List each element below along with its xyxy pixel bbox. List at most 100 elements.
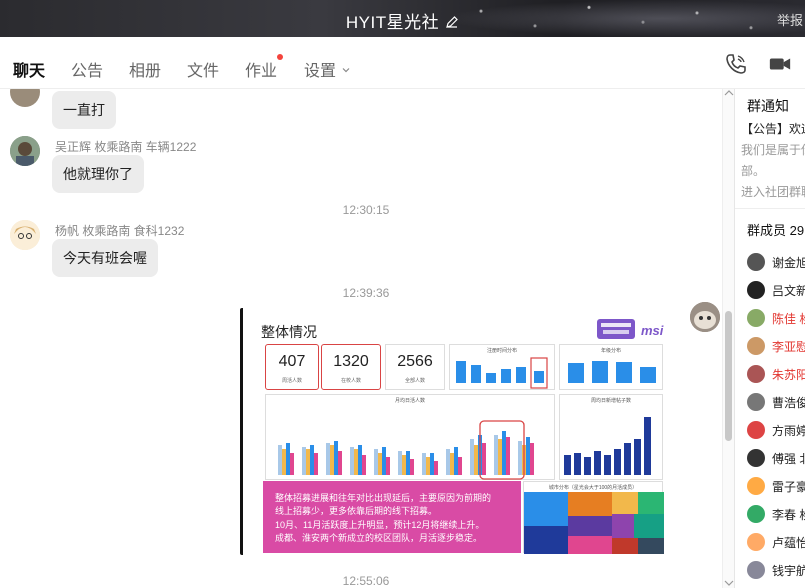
notice-text: 我们是属于你 bbox=[741, 143, 805, 157]
member-name: 方雨婷 bbox=[772, 424, 805, 438]
member-avatar bbox=[747, 477, 765, 495]
phone-icon[interactable] bbox=[724, 52, 748, 76]
summary-notes-box: 整体招募进展和往年对比出现延后，主要原因为前期的 线上招募少，更多依靠后期的线下… bbox=[263, 481, 521, 553]
summary-note: 整体招募进展和往年对比出现延后，主要原因为前期的 bbox=[275, 493, 492, 503]
tab-chat[interactable]: 聊天 bbox=[13, 57, 45, 94]
mini-bar-chart bbox=[564, 417, 651, 475]
panel-title: 月均日活人数 bbox=[394, 398, 425, 404]
avatar[interactable] bbox=[10, 220, 40, 250]
member-name: 李春 枚 bbox=[772, 508, 805, 522]
member-avatar bbox=[747, 421, 765, 439]
message-timestamp: 12:39:36 bbox=[342, 286, 390, 300]
message-bubble[interactable]: 一直打 bbox=[52, 91, 116, 129]
tab-homework-label: 作业 bbox=[245, 63, 278, 80]
msi-logo: msi bbox=[597, 319, 664, 339]
chat-scrollbar[interactable] bbox=[722, 89, 734, 588]
member-avatar bbox=[747, 561, 765, 579]
message-bubble[interactable]: 今天有班会喔 bbox=[52, 239, 158, 277]
member-name: 卢蕴怡 bbox=[772, 536, 805, 550]
member-avatar bbox=[747, 505, 765, 523]
weekly-posts-chart-panel: 周均日新增帖子数 bbox=[559, 394, 663, 480]
scroll-down-icon[interactable] bbox=[724, 577, 734, 587]
member-name: 雷子豪 bbox=[772, 480, 805, 494]
panel-title: 周均日新增帖子数 bbox=[590, 398, 631, 404]
member-avatar bbox=[747, 253, 765, 271]
shared-image-message[interactable]: 整体情况 msi 407 周活人数 1320 在校人数 2566 全部人数 注册… bbox=[240, 308, 678, 555]
chat-message-list[interactable]: 一直打 吴正辉 枚乘路南 车辆1222 他就理你了 12:30:15 杨帆 枚乘… bbox=[0, 89, 722, 588]
monthly-active-chart-panel: 月均日活人数 bbox=[265, 394, 555, 480]
kpi-value: 407 bbox=[278, 353, 306, 370]
member-name: 傅强 北 bbox=[772, 452, 805, 466]
avatar[interactable] bbox=[10, 136, 40, 166]
scrollbar-thumb[interactable] bbox=[725, 311, 732, 441]
tab-album[interactable]: 相册 bbox=[129, 57, 161, 81]
message-timestamp: 12:30:15 bbox=[342, 203, 390, 217]
registration-chart-panel: 注册时间分布 bbox=[449, 344, 555, 390]
summary-note: 成都、淮安两个新成立的校区团队，月活逐步稳定。 bbox=[275, 533, 483, 543]
member-avatar bbox=[747, 449, 765, 467]
unread-dot bbox=[277, 54, 284, 60]
avatar[interactable] bbox=[10, 89, 40, 107]
kpi-label: 全部人数 bbox=[404, 378, 425, 384]
scroll-up-icon[interactable] bbox=[724, 89, 734, 99]
member-name: 钱宇航 bbox=[772, 564, 805, 578]
member-name: 李亚慰 bbox=[772, 340, 805, 354]
group-side-panel: 群通知 【公告】欢迎 我们是属于你 部。 进入社团群聊 群成员 29 谢金旭 吕… bbox=[734, 89, 805, 588]
self-avatar[interactable] bbox=[690, 302, 720, 332]
grouped-bar-chart bbox=[278, 420, 534, 480]
city-treemap-panel: 城市分布（星光会大于100的月活成员） bbox=[523, 481, 664, 554]
report-link[interactable]: 举报 bbox=[777, 10, 803, 29]
tab-bar: 聊天 公告 相册 文件 作业 设置 bbox=[0, 37, 805, 94]
panel-title: 年级分布 bbox=[600, 348, 621, 354]
member-avatar bbox=[747, 281, 765, 299]
divider bbox=[735, 208, 805, 209]
notice-text: 部。 bbox=[741, 164, 766, 178]
kpi-label: 周活人数 bbox=[281, 378, 302, 384]
kpi-label: 在校人数 bbox=[340, 378, 361, 384]
logo-text: msi bbox=[641, 323, 664, 338]
chevron-down-icon bbox=[342, 68, 350, 73]
member-avatar bbox=[747, 365, 765, 383]
kpi-card: 407 周活人数 bbox=[265, 344, 319, 390]
kpi-value: 1320 bbox=[333, 353, 369, 370]
cat-avatar-image bbox=[690, 302, 720, 332]
grade-chart-panel: 年级分布 bbox=[559, 344, 663, 390]
message-bubble[interactable]: 他就理你了 bbox=[52, 155, 144, 193]
member-name: 谢金旭 bbox=[772, 256, 805, 270]
panel-title: 注册时间分布 bbox=[486, 348, 517, 354]
notice-text: 【公告】欢迎 bbox=[741, 122, 805, 136]
group-members-title[interactable]: 群成员 29 bbox=[747, 220, 804, 239]
group-name: HYIT星光社 bbox=[345, 13, 440, 32]
summary-note: 10月、11月活跃度上升明显，预计12月将继续上升。 bbox=[275, 520, 485, 530]
kpi-value: 2566 bbox=[397, 353, 433, 370]
panel-title: 城市分布（星光会大于100的月活成员） bbox=[548, 485, 638, 491]
member-avatar bbox=[747, 533, 765, 551]
tab-homework[interactable]: 作业 bbox=[245, 54, 284, 81]
sender-name: 吴正辉 枚乘路南 车辆1222 bbox=[55, 140, 197, 154]
image-title: 整体情况 bbox=[261, 324, 317, 340]
group-title: HYIT星光社 bbox=[0, 8, 805, 33]
member-name: 吕文新 bbox=[772, 284, 805, 298]
summary-note: 线上招募少，更多依靠后期的线下招募。 bbox=[275, 506, 438, 516]
message-timestamp: 12:55:06 bbox=[342, 574, 390, 588]
member-name: 朱苏阳 bbox=[772, 368, 805, 382]
sender-name: 杨帆 枚乘路南 食科1232 bbox=[55, 224, 185, 238]
group-notice-title[interactable]: 群通知 bbox=[747, 96, 789, 116]
member-avatar bbox=[747, 309, 765, 327]
notice-link[interactable]: 进入社团群聊 bbox=[741, 183, 805, 200]
tab-announcements[interactable]: 公告 bbox=[71, 57, 103, 81]
tab-files[interactable]: 文件 bbox=[187, 57, 219, 81]
member-name: 曹浩俊 bbox=[772, 396, 805, 410]
video-camera-icon[interactable] bbox=[768, 52, 792, 76]
avatar-image bbox=[10, 220, 40, 250]
member-name: 陈佳 枚 bbox=[772, 312, 805, 326]
title-bar: HYIT星光社 举报 bbox=[0, 0, 805, 37]
avatar-image bbox=[10, 136, 40, 166]
treemap-chart bbox=[524, 492, 664, 554]
kpi-card: 1320 在校人数 bbox=[321, 344, 381, 390]
member-avatar bbox=[747, 337, 765, 355]
tab-settings-label: 设置 bbox=[304, 63, 337, 80]
member-avatar bbox=[747, 393, 765, 411]
tab-settings[interactable]: 设置 bbox=[304, 57, 350, 81]
edit-pencil-icon[interactable] bbox=[445, 15, 459, 29]
